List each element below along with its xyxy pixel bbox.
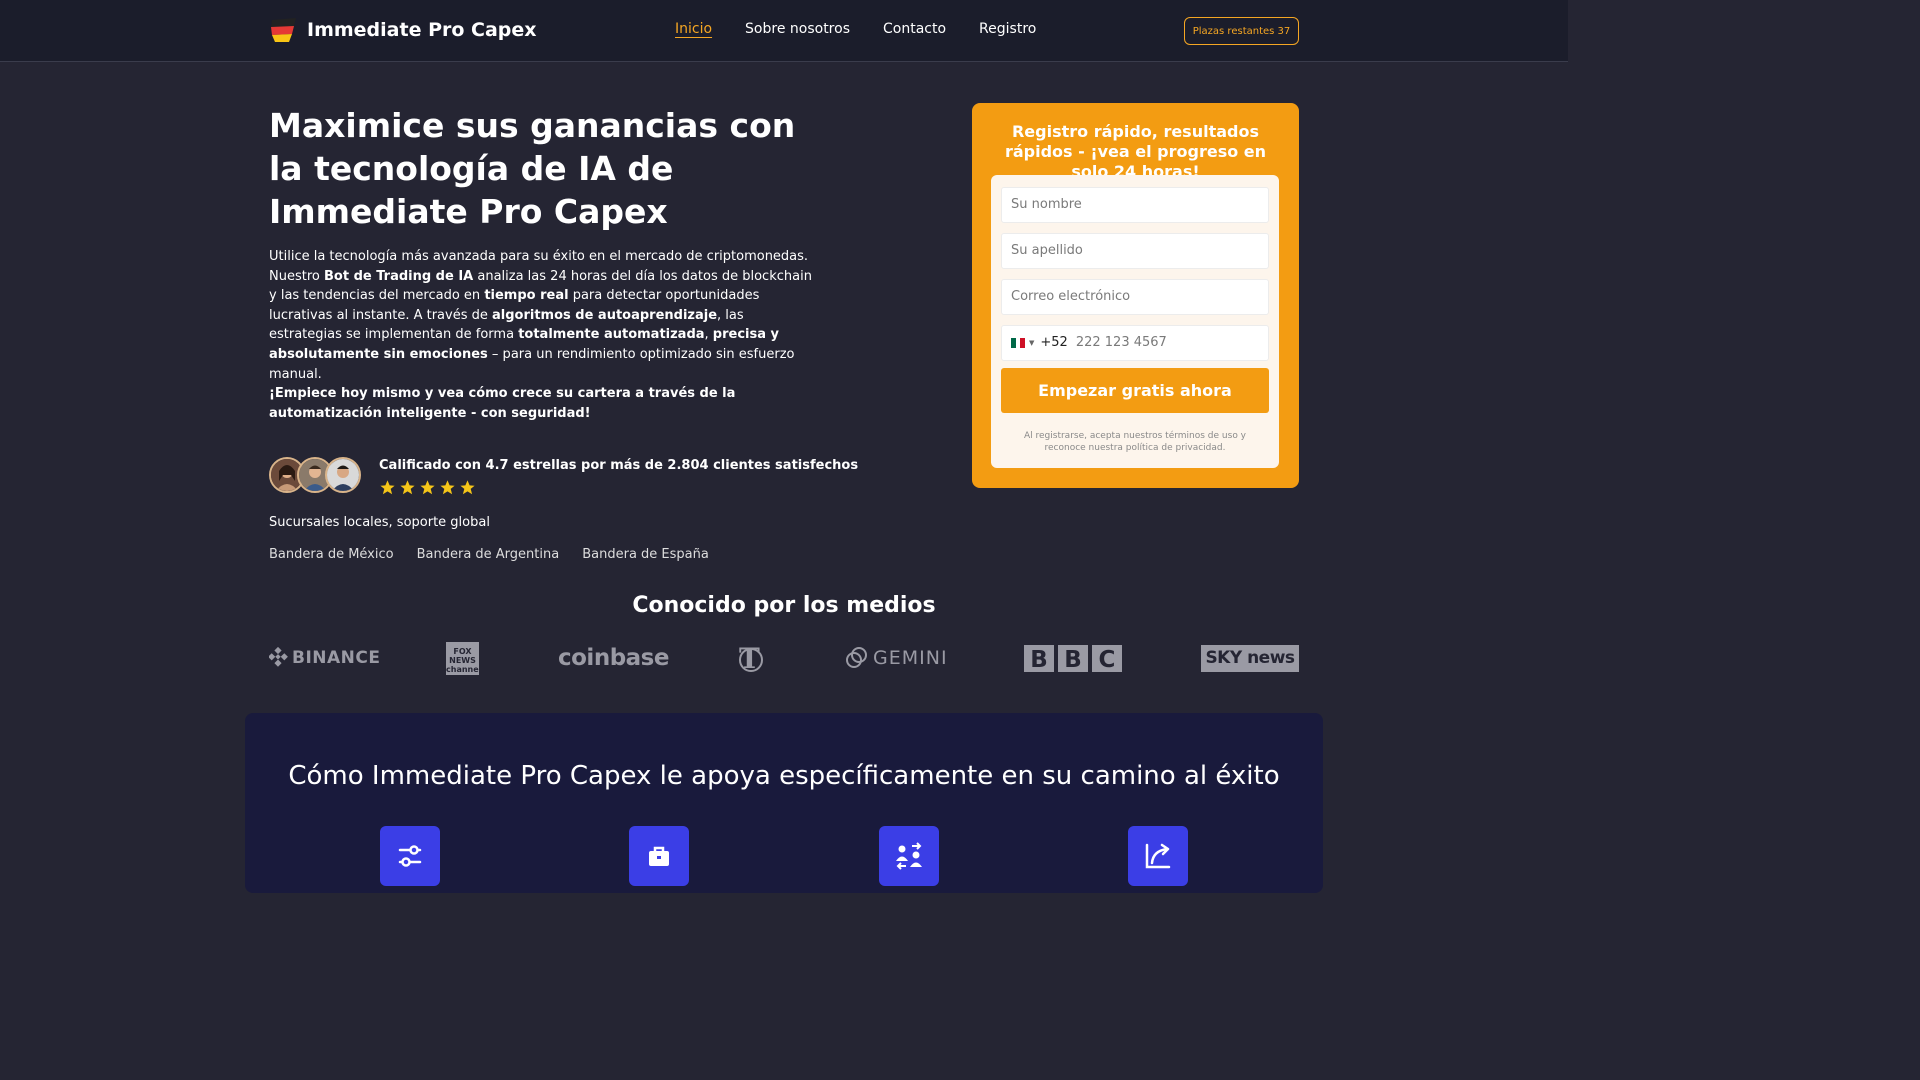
hero-paragraph-segment: ,	[704, 327, 713, 343]
brand-logo[interactable]: Immediate Pro Capex	[269, 16, 537, 44]
media-logos: BINANCE FOX NEWS channel coinbase T GEMI…	[269, 640, 1299, 676]
flag-spain: Bandera de España	[582, 547, 709, 562]
star-icon	[460, 480, 475, 495]
feature-card-4	[1128, 826, 1188, 886]
dial-code: +52	[1040, 335, 1068, 350]
hero-paragraph-segment: Bot de Trading de IA	[323, 268, 474, 284]
feature-card-3	[879, 826, 939, 886]
signup-form: Su nombre Su apellido Correo electrónico…	[991, 175, 1279, 468]
features-title: Cómo Immediate Pro Capex le apoya especí…	[288, 761, 1280, 791]
slots-remaining-button[interactable]: Plazas restantes 37	[1184, 17, 1299, 45]
exchange-users-icon	[896, 842, 922, 870]
media-title: Conocido por los medios	[632, 593, 936, 618]
sliders-icon	[398, 845, 422, 867]
flag-mexico: Bandera de México	[269, 547, 394, 562]
email-field[interactable]: Correo electrónico	[1001, 279, 1269, 315]
customer-avatars	[269, 457, 361, 496]
brand-name: Immediate Pro Capex	[307, 19, 537, 41]
first-name-field[interactable]: Su nombre	[1001, 187, 1269, 223]
star-icon	[400, 480, 415, 495]
svg-text:B: B	[1064, 647, 1082, 672]
flags-row: Bandera de México Bandera de Argentina B…	[269, 547, 732, 562]
avatar	[325, 457, 361, 493]
hero-paragraph: Utilice la tecnología más avanzada para …	[269, 247, 814, 384]
chevron-down-icon[interactable]: ▼	[1029, 326, 1034, 360]
nav-inicio[interactable]: Inicio	[675, 21, 712, 37]
sky-news-logo: SKY news	[1201, 640, 1299, 676]
binance-logo: BINANCE	[269, 640, 380, 676]
phone-field[interactable]: ▼ +52 222 123 4567	[1001, 325, 1269, 361]
mexico-flag-icon[interactable]	[1011, 338, 1026, 348]
hero-title: Maximice sus ganancias con la tecnología…	[269, 106, 796, 231]
gemini-wordmark: GEMINI	[873, 647, 948, 669]
svg-text:B: B	[1030, 647, 1048, 672]
growth-arrow-icon	[1145, 843, 1171, 869]
nyt-logo: T	[737, 640, 765, 676]
star-icon	[420, 480, 435, 495]
binance-wordmark: BINANCE	[292, 648, 381, 668]
signup-title: Registro rápido, resultados rápidos - ¡v…	[1004, 122, 1267, 181]
coinbase-logo: coinbase	[558, 640, 669, 676]
star-icon	[440, 480, 455, 495]
feature-card-2	[629, 826, 689, 886]
feature-card-1	[380, 826, 440, 886]
terms-text: Al registrarse, acepta nuestros términos…	[1023, 431, 1247, 453]
gemini-logo: GEMINI	[846, 640, 948, 676]
flag-argentina: Bandera de Argentina	[416, 547, 560, 562]
rating-text: Calificado con 4.7 estrellas por más de …	[379, 458, 859, 473]
gemini-icon	[846, 647, 867, 668]
hero-paragraph-segment: totalmente automatizada	[518, 327, 705, 343]
bbc-logo: B B C	[1024, 640, 1123, 676]
coinbase-wordmark: coinbase	[558, 645, 669, 671]
start-free-button[interactable]: Empezar gratis ahora	[1001, 368, 1269, 413]
hero-paragraph-segment: tiempo real	[484, 288, 569, 304]
last-name-field[interactable]: Su apellido	[1001, 233, 1269, 269]
bbc-icon: B B C	[1024, 644, 1122, 672]
briefcase-icon	[649, 846, 669, 866]
fox-news-logo: FOX NEWS channel	[446, 640, 479, 676]
brand-logo-icon	[271, 18, 296, 42]
star-icon	[380, 480, 395, 495]
nyt-icon: T	[739, 643, 763, 673]
main-nav: Inicio Sobre nosotros Contacto Registro	[675, 21, 1069, 37]
hero-cta-text: ¡Empiece hoy mismo y vea cómo crece su c…	[269, 386, 736, 421]
nav-contacto[interactable]: Contacto	[883, 21, 946, 37]
branches-text: Sucursales locales, soporte global	[269, 515, 490, 530]
sky-news-wordmark: SKY news	[1201, 644, 1299, 672]
star-rating	[379, 479, 858, 496]
nav-registro[interactable]: Registro	[979, 21, 1036, 37]
rating-body: Calificado con 4.7 estrellas por más de …	[379, 457, 858, 496]
site-header: Immediate Pro Capex Inicio Sobre nosotro…	[0, 0, 1568, 62]
binance-icon	[269, 646, 288, 667]
signup-card: Registro rápido, resultados rápidos - ¡v…	[972, 103, 1299, 488]
rating-block: Calificado con 4.7 estrellas por más de …	[269, 457, 858, 496]
features-section: Cómo Immediate Pro Capex le apoya especí…	[245, 713, 1323, 893]
svg-text:C: C	[1099, 647, 1116, 672]
phone-placeholder: 222 123 4567	[1075, 335, 1167, 350]
nav-sobre-nosotros[interactable]: Sobre nosotros	[745, 21, 850, 37]
fox-news-mark: FOX NEWS channel	[446, 641, 479, 675]
hero-paragraph-segment: algoritmos de autoaprendizaje	[492, 307, 718, 323]
